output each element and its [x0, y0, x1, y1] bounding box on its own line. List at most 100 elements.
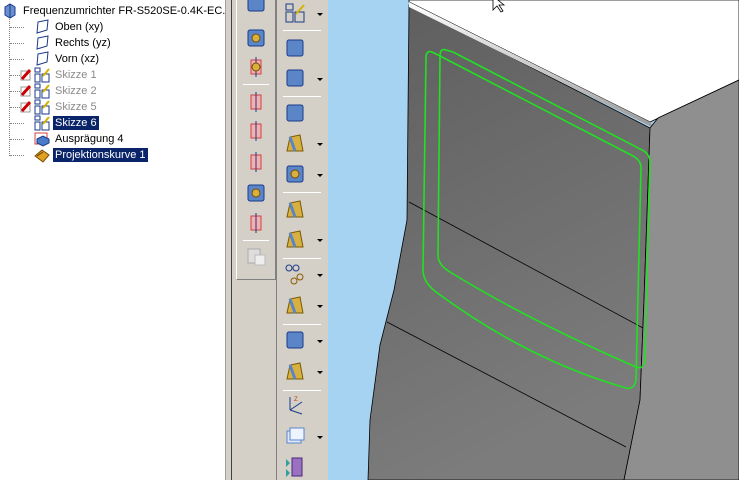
feature-toolbar-right: Z: [276, 0, 328, 480]
loft-icon: [284, 198, 306, 223]
rotate-face-button[interactable]: [244, 120, 268, 144]
part-feature-button[interactable]: [244, 0, 268, 16]
toolbar-separator: [243, 240, 269, 241]
thin-wall-button[interactable]: [283, 102, 307, 126]
tree-item[interactable]: Rechts (yz): [34, 35, 113, 51]
toolbar-separator: [283, 192, 321, 193]
dropdown-arrow-icon[interactable]: [317, 436, 323, 439]
toolbar-separator: [283, 390, 321, 391]
dropdown-arrow-icon[interactable]: [317, 78, 323, 81]
save-icon: [245, 246, 267, 271]
edit-pencil-icon: [20, 99, 32, 115]
round-icon: [284, 228, 306, 253]
rib-button[interactable]: [283, 329, 307, 353]
tree-item[interactable]: Skizze 2: [20, 83, 99, 99]
tree-item-label: Vorn (xz): [55, 53, 100, 65]
feature-toolbar-left: [236, 0, 276, 280]
dropdown-arrow-icon[interactable]: [317, 371, 323, 374]
mirror-button[interactable]: [283, 294, 307, 318]
dropdown-arrow-icon[interactable]: [317, 174, 323, 177]
plane-icon: [34, 35, 50, 51]
dropdown-arrow-icon[interactable]: [317, 13, 323, 16]
rib-icon: [284, 329, 306, 354]
tree-item[interactable]: Oben (xy): [34, 19, 105, 35]
dropdown-arrow-icon[interactable]: [317, 239, 323, 242]
tree-item-label: Skizze 2: [55, 85, 97, 97]
tree-root[interactable]: Frequenzumrichter FR-S520SE-0.4K-EC.pa: [2, 3, 240, 19]
reference-plane-icon: [284, 425, 306, 450]
tree-item[interactable]: Ausprägung 4: [34, 131, 126, 147]
cut-plane-icon: [245, 212, 267, 237]
move-axis-button[interactable]: [244, 151, 268, 175]
plane-icon: [34, 51, 50, 67]
tree-line: [10, 59, 24, 60]
revolve-icon: [284, 67, 306, 92]
offset-face-icon: [245, 182, 267, 207]
lip-icon: [284, 360, 306, 385]
dropdown-arrow-icon[interactable]: [317, 305, 323, 308]
edit-pencil-icon: [20, 83, 32, 99]
reference-plane-button[interactable]: [283, 425, 307, 449]
dropdown-arrow-icon[interactable]: [317, 143, 323, 146]
sketch-button[interactable]: [283, 2, 307, 26]
tree-item[interactable]: Skizze 1: [20, 67, 99, 83]
tree-item[interactable]: Skizze 5: [20, 99, 99, 115]
remove-face-button[interactable]: [244, 56, 268, 80]
toolbar-separator: [283, 258, 321, 259]
tree-item[interactable]: Vorn (xz): [34, 51, 101, 67]
tree-item-label: Projektionskurve 1: [53, 148, 148, 162]
mirror-icon: [284, 294, 306, 319]
save-button[interactable]: [244, 246, 268, 270]
cutout-icon: [284, 132, 306, 157]
plane-icon: [34, 19, 50, 35]
tree-item-label: Oben (xy): [55, 21, 104, 33]
rotate-face-icon: [245, 120, 267, 145]
tree-line: [10, 155, 24, 156]
tree-item-label: Rechts (yz): [55, 37, 111, 49]
round-button[interactable]: [283, 228, 307, 252]
pattern-icon: [284, 263, 306, 288]
dropdown-arrow-icon[interactable]: [317, 340, 323, 343]
part-copy-button[interactable]: [283, 455, 307, 479]
coordinate-system-button[interactable]: Z: [283, 394, 307, 418]
toolbar-separator: [283, 96, 321, 97]
tree-line: [10, 27, 24, 28]
tree-item[interactable]: Projektionskurve 1: [34, 147, 148, 163]
projected-curve-icon: [34, 147, 50, 163]
3d-viewport[interactable]: [328, 0, 739, 480]
dropdown-arrow-icon[interactable]: [317, 274, 323, 277]
sketch-icon: [34, 83, 50, 99]
hole-cut-icon: [245, 27, 267, 52]
toolbar-separator: [243, 84, 269, 85]
thin-wall-icon: [284, 102, 306, 127]
move-axis-icon: [245, 151, 267, 176]
cut-plane-button[interactable]: [244, 212, 268, 236]
tree-item-label: Skizze 5: [55, 101, 97, 113]
cutout-button[interactable]: [283, 132, 307, 156]
coordinate-system-icon: Z: [284, 394, 306, 419]
feature-tree[interactable]: Frequenzumrichter FR-S520SE-0.4K-EC.pa O…: [0, 0, 238, 480]
part-copy-icon: [284, 455, 306, 480]
remove-face-icon: [245, 56, 267, 81]
svg-text:Z: Z: [294, 397, 298, 403]
offset-face-button[interactable]: [244, 182, 268, 206]
part-icon: [2, 3, 18, 19]
hole-button[interactable]: [283, 163, 307, 187]
tree-line: [9, 16, 10, 156]
pattern-button[interactable]: [283, 263, 307, 287]
tree-line: [10, 139, 24, 140]
move-face-button[interactable]: [244, 91, 268, 115]
edit-pencil-icon: [20, 67, 32, 83]
loft-button[interactable]: [283, 198, 307, 222]
hole-icon: [284, 163, 306, 188]
revolve-button[interactable]: [283, 67, 307, 91]
part-feature-icon: [245, 0, 267, 17]
tree-line: [10, 43, 24, 44]
toolbar-separator: [283, 30, 321, 31]
protrusion-button[interactable]: [283, 37, 307, 61]
hole-cut-button[interactable]: [244, 27, 268, 51]
lip-button[interactable]: [283, 360, 307, 384]
sketch-icon: [34, 115, 50, 131]
pane-splitter[interactable]: [226, 0, 236, 480]
tree-item[interactable]: Skizze 6: [20, 115, 99, 131]
